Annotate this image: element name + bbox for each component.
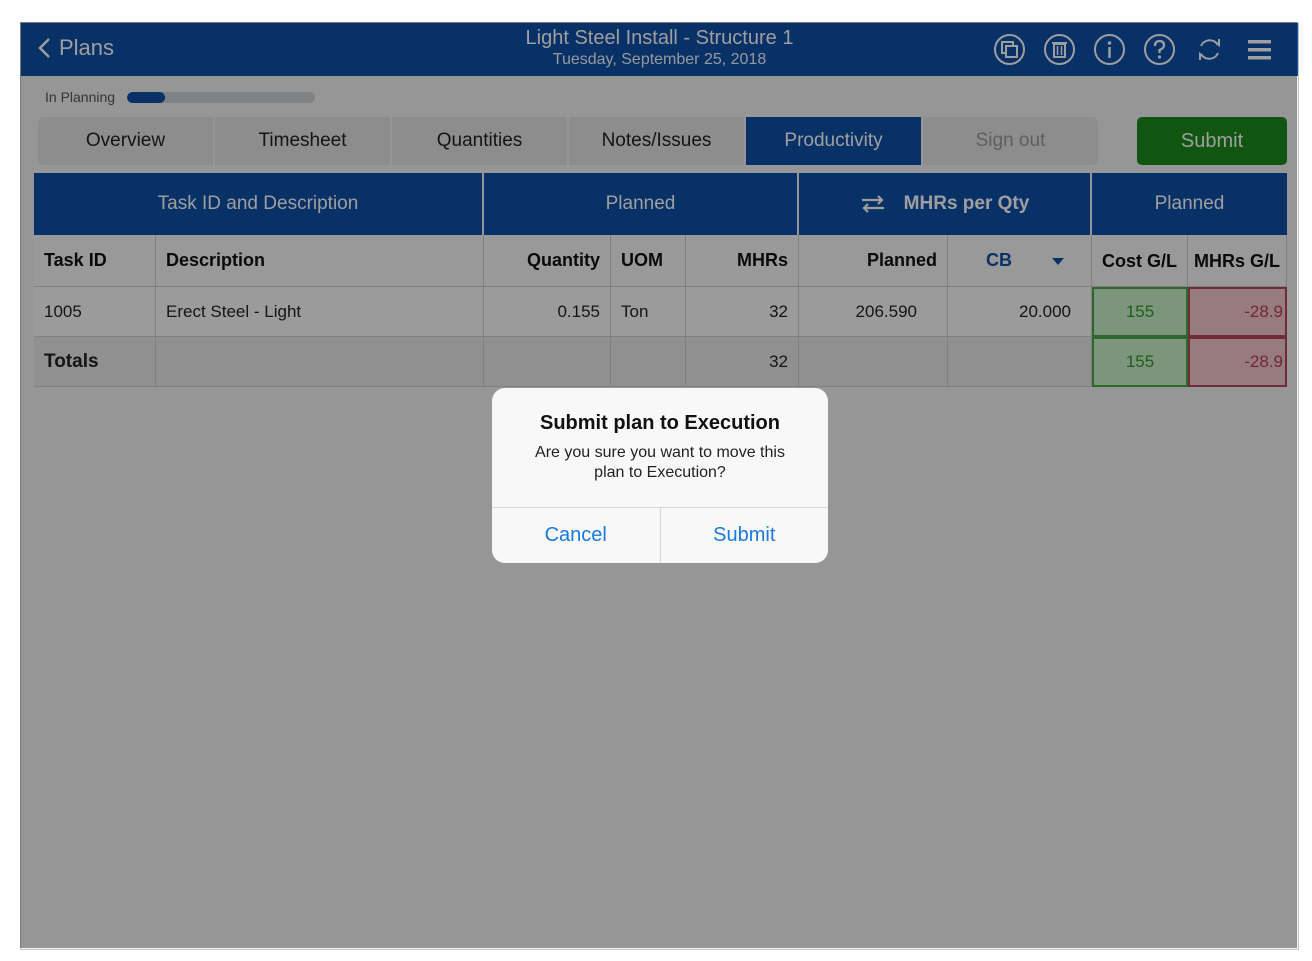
dialog-actions: Cancel Submit: [492, 507, 828, 563]
dialog-submit-button[interactable]: Submit: [659, 508, 829, 563]
dialog-cancel-button[interactable]: Cancel: [492, 508, 660, 563]
submit-confirm-dialog: Submit plan to Execution Are you sure yo…: [492, 388, 828, 563]
dialog-title: Submit plan to Execution: [539, 412, 780, 434]
dialog-message: Are you sure you want to move this plan …: [535, 444, 785, 481]
